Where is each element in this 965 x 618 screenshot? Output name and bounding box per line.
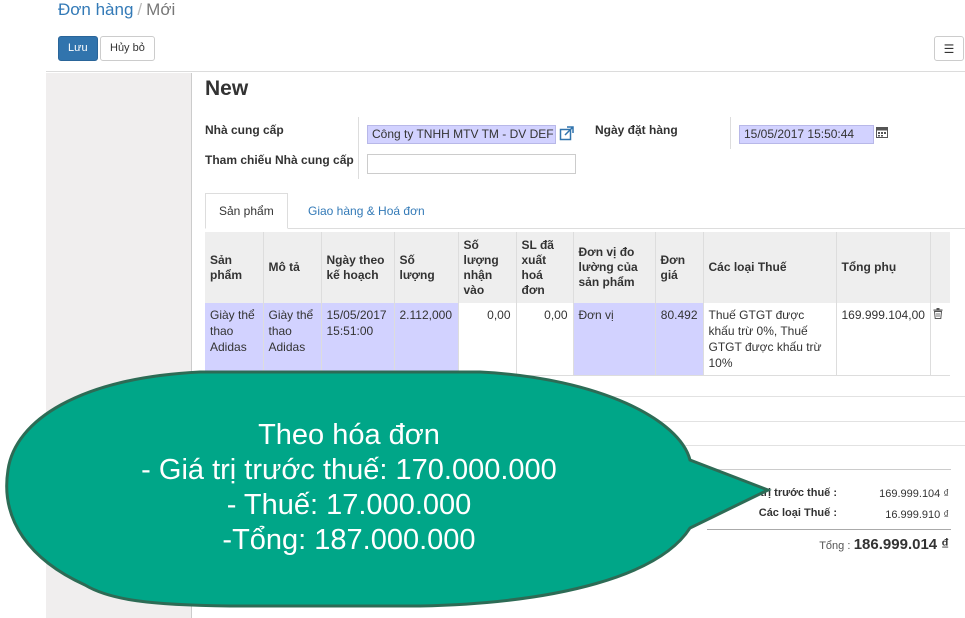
- col-header-unit-price[interactable]: Đơn giá: [655, 232, 704, 303]
- trash-icon[interactable]: [933, 308, 943, 319]
- cell-uom[interactable]: Đơn vị: [573, 303, 656, 376]
- page-title: New: [205, 77, 249, 100]
- calendar-svg: [876, 127, 888, 138]
- grand-total-row: Tổng : 186.999.014 ₫: [752, 536, 949, 553]
- col-header-uom[interactable]: Đơn vị đo lường của sản phẩm: [573, 232, 656, 303]
- cell-subtotal: 169.999.104,00: [836, 303, 931, 376]
- totals-divider: [707, 469, 951, 470]
- cell-qty-invoiced: 0,00: [516, 303, 574, 376]
- col-header-qty-invoiced[interactable]: SL đã xuất hoá đơn: [516, 232, 574, 303]
- col-header-subtotal[interactable]: Tổng phụ: [836, 232, 931, 303]
- col-header-taxes[interactable]: Các loại Thuế: [703, 232, 837, 303]
- delete-line-cell: [930, 303, 951, 376]
- total-value: 186.999.014 ₫: [853, 536, 949, 553]
- cell-product[interactable]: Giày thể thao Adidas: [205, 303, 264, 376]
- callout-text: Theo hóa đơn - Giá trị trước thuế: 170.0…: [84, 418, 614, 558]
- discard-button[interactable]: Hủy bỏ: [100, 36, 155, 61]
- vendor-reference-input[interactable]: [367, 154, 576, 174]
- table-header-row: Sản phẩm Mô tả Ngày theo kế hoạch Số lượ…: [205, 232, 951, 303]
- list-view-button[interactable]: ☰: [934, 36, 964, 61]
- cell-description[interactable]: Giày thể thao Adidas: [263, 303, 322, 376]
- cell-qty-received: 0,00: [458, 303, 517, 376]
- taxes-amount-value: 16.999.910 ₫: [885, 509, 949, 521]
- total-label: Tổng :: [819, 540, 851, 552]
- untaxed-amount-value: 169.999.104 ₫: [879, 488, 949, 500]
- field-separator: [730, 117, 731, 149]
- col-header-product[interactable]: Sản phẩm: [205, 232, 264, 303]
- cell-taxes[interactable]: Thuế GTGT được khấu trừ 0%, Thuế GTGT đư…: [703, 303, 837, 376]
- grand-total-divider: [707, 529, 951, 530]
- taxes-amount-label: Các loại Thuế :: [758, 507, 837, 519]
- field-separator: [358, 117, 359, 179]
- order-date-label: Ngày đặt hàng: [595, 123, 678, 137]
- vendor-select[interactable]: Công ty TNHH MTV TM - DV DEF▼: [367, 125, 556, 144]
- callout-line: -Tổng: 187.000.000: [222, 524, 476, 556]
- callout-line: - Giá trị trước thuế: 170.000.000: [141, 454, 557, 486]
- breadcrumb-separator: /: [137, 0, 143, 19]
- tab-shipping-invoices[interactable]: Giao hàng & Hoá đơn: [294, 193, 439, 229]
- breadcrumb: Đơn hàng / Mới: [58, 0, 175, 20]
- table-row[interactable]: Giày thể thao Adidas Giày thể thao Adida…: [205, 303, 951, 376]
- external-link-icon[interactable]: [559, 125, 575, 144]
- breadcrumb-orders-link[interactable]: Đơn hàng: [58, 0, 133, 19]
- chevron-down-icon[interactable]: ▼: [542, 142, 551, 143]
- vendor-label: Nhà cung cấp: [205, 123, 284, 137]
- untaxed-amount-label: Giá trị trước thuế :: [739, 487, 837, 499]
- col-header-planned-date[interactable]: Ngày theo kế hoạch: [321, 232, 395, 303]
- cell-quantity[interactable]: 2.112,000: [394, 303, 459, 376]
- col-header-qty-received[interactable]: Số lượng nhận vào: [458, 232, 517, 303]
- order-lines-table: Sản phẩm Mô tả Ngày theo kế hoạch Số lượ…: [205, 232, 951, 376]
- vendor-value: Công ty TNHH MTV TM - DV DEF: [372, 127, 554, 141]
- external-link-svg: [559, 126, 574, 141]
- callout-line: - Thuế: 17.000.000: [226, 489, 472, 521]
- breadcrumb-current: Mới: [146, 0, 176, 19]
- cell-unit-price[interactable]: 80.492: [655, 303, 704, 376]
- tab-products[interactable]: Sản phẩm: [205, 193, 288, 229]
- save-button[interactable]: Lưu: [58, 36, 98, 61]
- col-header-actions: [930, 232, 951, 303]
- order-date-input[interactable]: 15/05/2017 15:50:44: [739, 125, 874, 144]
- calendar-icon[interactable]: [876, 126, 888, 141]
- callout-line: Theo hóa đơn: [258, 419, 440, 451]
- empty-line-divider: [205, 396, 965, 397]
- list-icon: ☰: [943, 41, 955, 56]
- col-header-description[interactable]: Mô tả: [263, 232, 322, 303]
- control-panel: Đơn hàng / Mới Lưu Hủy bỏ ☰: [46, 0, 965, 72]
- col-header-quantity[interactable]: Số lượng: [394, 232, 459, 303]
- cell-planned-date[interactable]: 15/05/2017 15:51:00: [321, 303, 395, 376]
- vendor-reference-label: Tham chiếu Nhà cung cấp: [205, 153, 354, 167]
